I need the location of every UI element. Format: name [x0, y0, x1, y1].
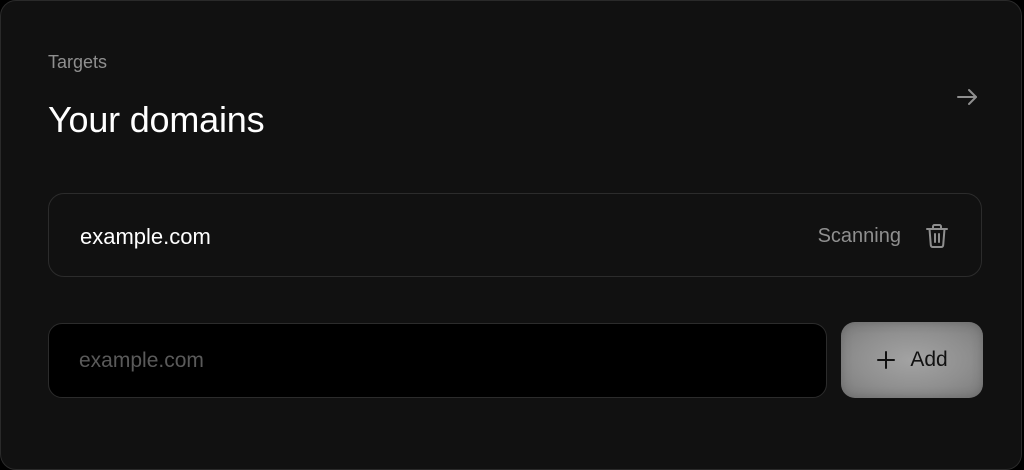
open-targets-button[interactable] — [953, 83, 981, 111]
add-button-label: Add — [910, 348, 948, 371]
trash-icon — [926, 224, 948, 248]
domain-list-item: example.com Scanning — [48, 193, 982, 277]
section-eyebrow: Targets — [48, 52, 108, 72]
domains-card: Targets Your domains example.com Scannin… — [0, 0, 1022, 470]
delete-domain-button[interactable] — [924, 222, 950, 250]
domain-input[interactable] — [48, 323, 827, 398]
domain-name: example.com — [80, 224, 211, 249]
status-badge: Scanning — [817, 225, 901, 247]
add-domain-button[interactable]: Add — [841, 322, 983, 398]
plus-icon — [876, 350, 896, 370]
page-title: Your domains — [48, 99, 265, 140]
arrow-right-icon — [957, 89, 977, 105]
